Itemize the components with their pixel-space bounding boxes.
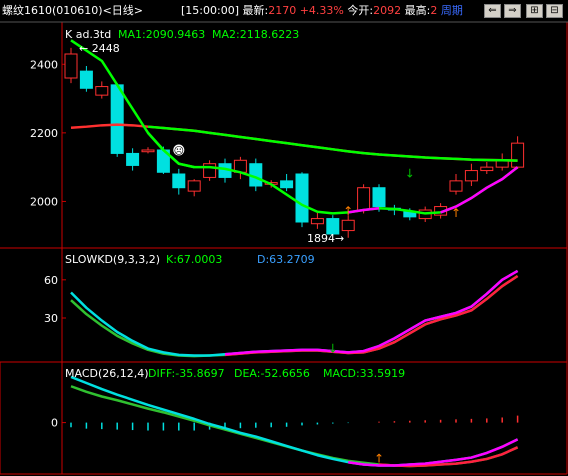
main-indicator-label: K ad.3td <box>65 28 111 41</box>
down-arrow-marker: ↓ <box>405 166 415 180</box>
candle-body <box>464 170 478 182</box>
candle-body <box>79 70 93 89</box>
y-tick-label: 2400 <box>30 58 58 71</box>
ma2-legend: MA2:2118.6223 <box>212 28 299 41</box>
candle-body <box>310 218 324 225</box>
candle-body <box>511 142 525 168</box>
candle-body <box>372 187 386 208</box>
candle-body <box>341 219 355 232</box>
macd-y-tick-label: 0 <box>51 417 58 430</box>
kd-legend-d: D:63.2709 <box>257 253 315 266</box>
macd-legend-name: MACD(26,12,4) <box>65 367 149 380</box>
candle-body <box>110 84 124 154</box>
up-arrow-marker: ↑ <box>451 206 461 220</box>
candle-body <box>126 152 140 166</box>
candle-body <box>295 173 309 223</box>
candle-body <box>449 180 463 192</box>
candle-body <box>141 149 155 153</box>
candle-body <box>480 166 494 172</box>
kd-y-tick-label: 60 <box>44 274 58 287</box>
kd-k-line-magenta-part <box>224 269 519 356</box>
candle-body <box>64 53 78 79</box>
chart-area[interactable]: 2000 2200 2400 ☹ ↑ ↓ ↑ ← 2448 1894→ K ad.3td MA1:2… <box>0 0 568 476</box>
ma1-legend: MA1:2090.9463 <box>118 28 205 41</box>
kd-legend-name: SLOWKD(9,3,3,2) <box>65 253 160 266</box>
macd-legend-diff: DIFF:-35.8697 <box>148 367 225 380</box>
ma2-line-green-part <box>147 125 518 162</box>
high-annotation: ← 2448 <box>79 42 120 55</box>
smiley-face: ☹ <box>174 146 184 157</box>
y-tick-label: 2000 <box>30 195 58 208</box>
kd-down-marker: ↓ <box>328 341 338 355</box>
kd-legend-k: K:67.0003 <box>166 253 222 266</box>
ma1-line-marker-part <box>147 132 195 169</box>
dea-line <box>70 385 519 468</box>
kd-d-line-red-part <box>224 274 519 357</box>
up-arrow-marker: ↑ <box>343 204 353 218</box>
macd-legend-dea: DEA:-52.6656 <box>234 367 310 380</box>
candle-body <box>357 187 371 211</box>
candle-body <box>172 173 186 189</box>
candle-body <box>203 163 217 178</box>
y-tick-label: 2200 <box>30 127 58 140</box>
diff-line <box>70 375 519 467</box>
candle-body <box>187 180 201 192</box>
macd-up-marker: ↑ <box>374 452 384 466</box>
candle-body <box>95 86 109 96</box>
low-annotation: 1894→ <box>307 232 344 245</box>
kd-y-tick-label: 30 <box>44 312 58 325</box>
candle-body <box>280 180 294 189</box>
macd-legend-value: MACD:33.5919 <box>323 367 405 380</box>
